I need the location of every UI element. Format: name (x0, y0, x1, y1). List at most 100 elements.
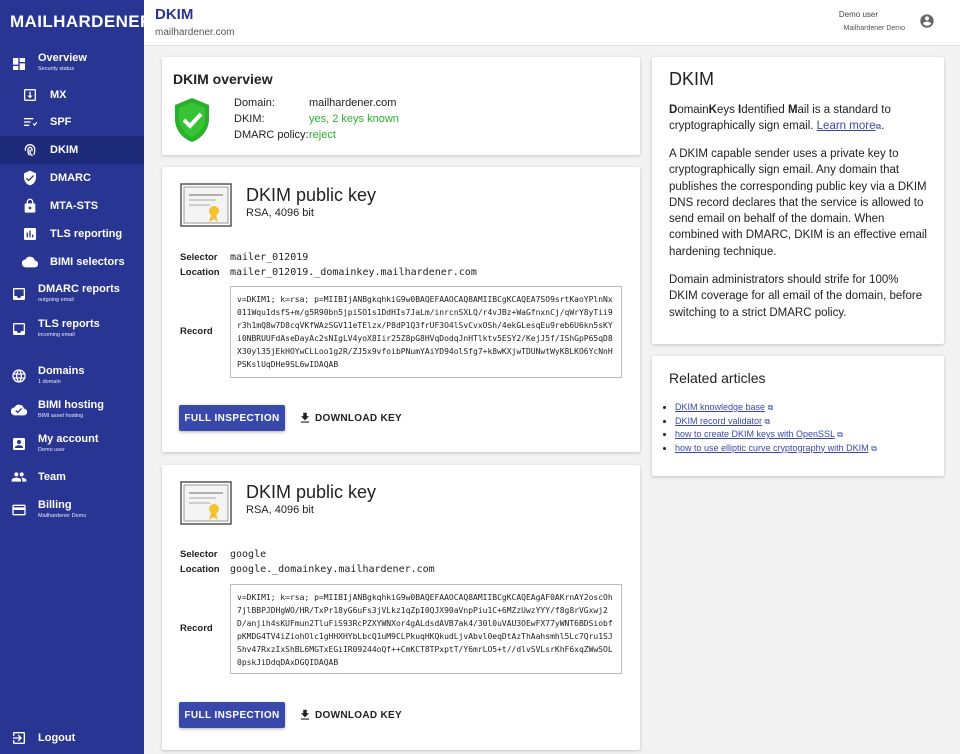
sidebar-item-label: TLS reports (38, 318, 100, 330)
list-item: DKIM record validator ⧉ (675, 415, 877, 429)
download-key-button[interactable]: DOWNLOAD KEY (298, 405, 402, 431)
about-dkim-card: DKIM DomainKeys Identified Mail is a sta… (652, 57, 944, 344)
full-inspection-button[interactable]: FULL INSPECTION (179, 702, 285, 728)
inbox-icon (11, 321, 27, 337)
dkim-status: yes, 2 keys known (309, 113, 399, 125)
user-org: Mailhardener Demo (843, 25, 905, 32)
sidebar-item-sublabel: BIMI asset hosting (38, 413, 84, 419)
dkim-key-card: DKIM public key RSA, 4096 bit Selector m… (162, 167, 640, 452)
selector-label: Selector (180, 549, 218, 560)
page-subtitle: mailhardener.com (155, 27, 235, 38)
lock-icon (22, 198, 38, 214)
record-label: Record (180, 623, 213, 634)
sidebar-item-bimi-selectors[interactable]: BIMI selectors (0, 248, 144, 276)
key-title: DKIM public key (246, 185, 377, 205)
card-title: DKIM overview (173, 71, 273, 87)
record-label: Record (180, 326, 213, 337)
dmarc-policy-label: DMARC policy: (234, 129, 309, 141)
location-label: Location (180, 267, 220, 278)
sidebar-item-tls-reports[interactable]: TLS reports incoming email (0, 313, 144, 347)
top-header: DKIM mailhardener.com Demo user Mailhard… (144, 0, 960, 46)
sidebar-item-dkim[interactable]: DKIM (0, 136, 144, 164)
account-box-icon (11, 436, 27, 452)
globe-icon (11, 368, 27, 384)
related-link[interactable]: how to use elliptic curve cryptography w… (675, 443, 869, 453)
download-icon (300, 412, 310, 423)
related-articles-card: Related articles DKIM knowledge base ⧉ D… (652, 356, 944, 476)
sidebar-item-spf[interactable]: SPF (0, 108, 144, 136)
sidebar-item-label: Domains (38, 365, 85, 377)
sidebar-item-sublabel: incoming email (38, 332, 75, 338)
dkim-label: DKIM: (234, 113, 265, 125)
logout-icon (11, 730, 27, 746)
sidebar-item-label: DMARC (50, 172, 91, 184)
record-value[interactable]: v=DKIM1; k=rsa; p=MIIBIjANBgkqhkiG9w0BAQ… (230, 286, 622, 378)
dkim-key-card: DKIM public key RSA, 4096 bit Selector g… (162, 465, 640, 750)
report-icon (22, 226, 38, 242)
download-key-button[interactable]: DOWNLOAD KEY (298, 702, 402, 728)
sidebar-item-label: Billing (38, 499, 72, 511)
sidebar-item-label: TLS reporting (50, 228, 123, 240)
sidebar-item-label: DKIM (50, 144, 79, 156)
sidebar-item-dmarc-reports[interactable]: DMARC reports outgoing email (0, 278, 144, 312)
external-link-icon: ⧉ (764, 416, 771, 426)
user-name[interactable]: Demo user (839, 10, 878, 19)
list-item: how to use elliptic curve cryptography w… (675, 442, 877, 456)
sidebar-item-bimi-hosting[interactable]: BIMI hosting BIMI asset hosting (0, 394, 144, 428)
dkim-overview-card: DKIM overview Domain: mailhardener.com D… (162, 57, 640, 155)
credit-card-icon (11, 502, 27, 518)
domain-value: mailhardener.com (309, 97, 397, 109)
sidebar: MAILHARDENER Overview Security status MX… (0, 0, 152, 754)
account-circle-icon[interactable] (919, 13, 935, 29)
sidebar-item-sublabel: 1 domain (38, 379, 61, 385)
key-type: RSA, 4096 bit (246, 207, 314, 219)
fingerprint-icon (22, 142, 38, 158)
sidebar-item-tls-reporting[interactable]: TLS reporting (0, 220, 144, 248)
certificate-icon (180, 481, 232, 525)
page-title: DKIM (155, 6, 194, 23)
sidebar-item-mx[interactable]: MX (0, 82, 144, 108)
sidebar-item-overview[interactable]: Overview Security status (0, 46, 144, 82)
sidebar-item-my-account[interactable]: My account Demo user (0, 428, 144, 462)
sidebar-item-sublabel: Demo user (38, 447, 65, 453)
sidebar-item-sublabel: Mailhardener Demo (38, 513, 87, 519)
sidebar-item-label: DMARC reports (38, 283, 120, 295)
related-link[interactable]: DKIM knowledge base (675, 402, 765, 412)
sidebar-item-label: BIMI hosting (38, 399, 104, 411)
cloud-check-icon (11, 402, 27, 418)
sidebar-item-sublabel: Security status (38, 66, 75, 72)
download-icon (300, 709, 310, 720)
record-value[interactable]: v=DKIM1; k=rsa; p=MIIBIjANBgkqhkiG9w0BAQ… (230, 584, 622, 674)
dmarc-policy-value: reject (309, 129, 336, 141)
dashboard-icon (11, 56, 27, 72)
external-link-icon: ⧉ (871, 443, 877, 453)
sidebar-item-mta-sts[interactable]: MTA-STS (0, 192, 144, 220)
selector-value: mailer_012019 (230, 252, 309, 263)
about-intro-paragraph: DomainKeys Identified Mail is a standard… (669, 104, 891, 133)
related-link[interactable]: DKIM record validator (675, 416, 762, 426)
mx-icon (22, 87, 38, 103)
related-link[interactable]: how to create DKIM keys with OpenSSL (675, 429, 835, 439)
key-title: DKIM public key (246, 482, 377, 502)
brand-logo[interactable]: MAILHARDENER (10, 12, 153, 32)
full-inspection-button[interactable]: FULL INSPECTION (179, 405, 285, 431)
sidebar-item-team[interactable]: Team (0, 462, 144, 492)
sidebar-item-label: My account (38, 433, 99, 445)
list-item: DKIM knowledge base ⧉ (675, 401, 877, 415)
sidebar-item-label: MTA-STS (50, 200, 99, 212)
sidebar-item-label: Team (38, 471, 66, 483)
key-type: RSA, 4096 bit (246, 504, 314, 516)
related-title: Related articles (669, 370, 766, 386)
sidebar-item-label: SPF (50, 116, 72, 128)
team-icon (11, 469, 27, 485)
certificate-icon (180, 183, 232, 227)
external-link-icon: ⧉ (767, 403, 774, 412)
location-value: google._domainkey.mailhardener.com (230, 564, 435, 575)
spf-icon (22, 114, 38, 130)
sidebar-item-logout[interactable]: Logout (0, 724, 144, 752)
sidebar-item-dmarc[interactable]: DMARC (0, 164, 144, 192)
sidebar-item-domains[interactable]: Domains 1 domain (0, 360, 144, 394)
download-key-label: DOWNLOAD KEY (315, 412, 402, 424)
sidebar-item-billing[interactable]: Billing Mailhardener Demo (0, 494, 144, 528)
learn-more-link[interactable]: Learn more (817, 120, 876, 132)
